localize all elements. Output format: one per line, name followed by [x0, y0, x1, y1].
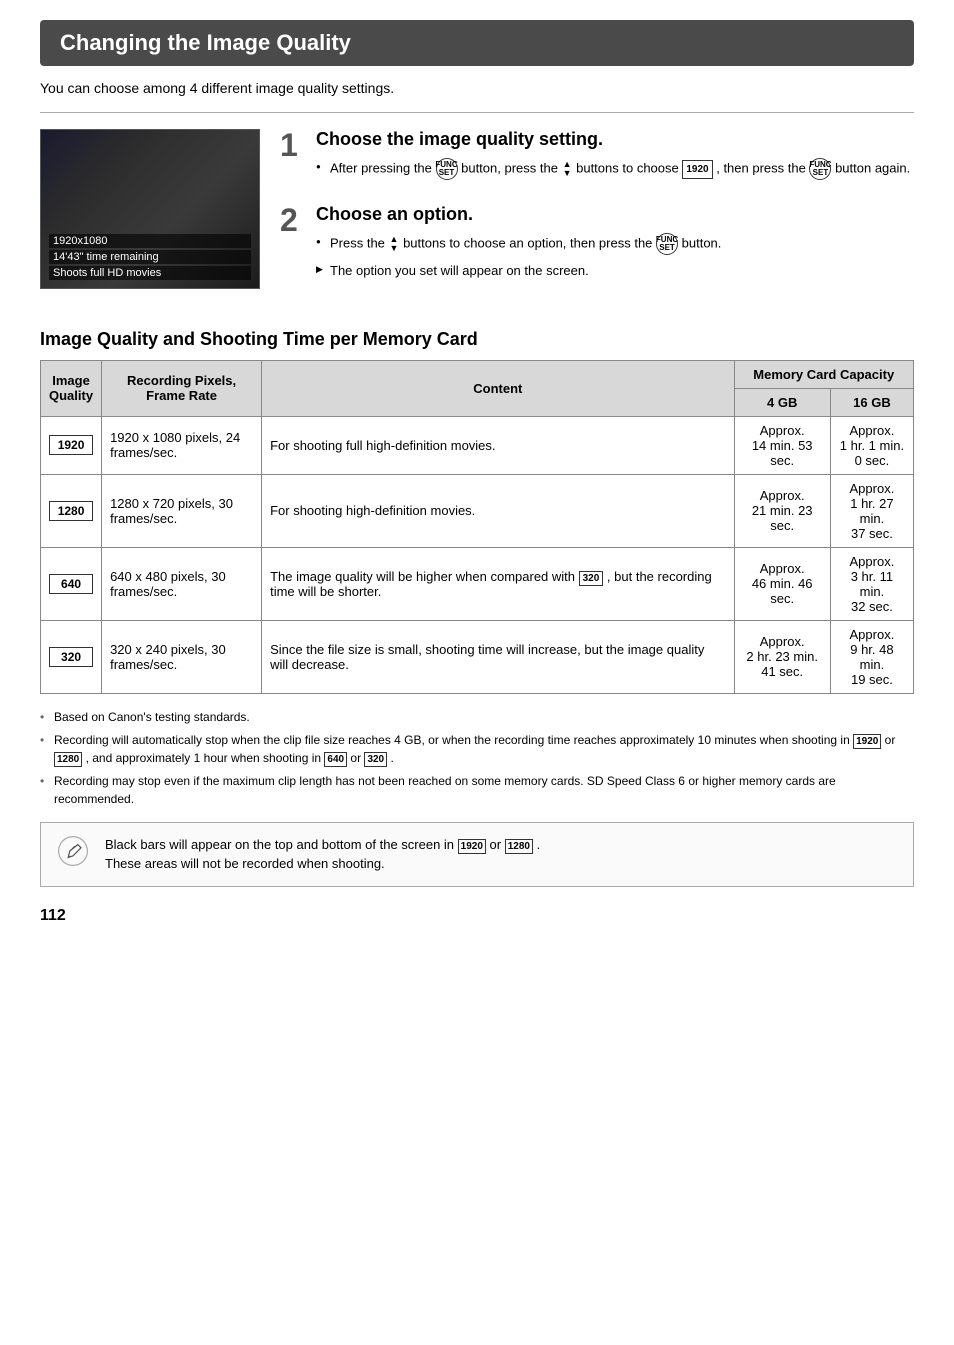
4gb-1920: Approx. 14 min. 53 sec. [734, 416, 830, 474]
4gb-1280: Approx. 21 min. 23 sec. [734, 474, 830, 547]
iq-table-body: 1920 1920 x 1080 pixels, 24 frames/sec. … [41, 416, 914, 693]
4gb-320: Approx. 2 hr. 23 min. 41 sec. [734, 620, 830, 693]
steps-section: 1920x1080 14'43" time remaining Shoots f… [40, 129, 914, 305]
content-1280: For shooting high-definition movies. [262, 474, 734, 547]
iq-section-title: Image Quality and Shooting Time per Memo… [40, 329, 914, 350]
notes-section: • Based on Canon's testing standards. • … [40, 708, 914, 808]
step-1: 1 Choose the image quality setting. Afte… [280, 129, 914, 186]
step-2-body: Choose an option. Press the ▲▼ buttons t… [316, 204, 721, 287]
page-number: 112 [40, 907, 914, 925]
4gb-640: Approx. 46 min. 46 sec. [734, 547, 830, 620]
note-2-text: Recording will automatically stop when t… [54, 731, 914, 767]
content-320: Since the file size is small, shooting t… [262, 620, 734, 693]
content-640: The image quality will be higher when co… [262, 547, 734, 620]
step-1-bullet-1: After pressing the FUNCSET button, press… [316, 158, 910, 180]
func-btn-icon-2: FUNCSET [809, 158, 831, 180]
step-2-bullets: Press the ▲▼ buttons to choose an option… [316, 233, 721, 281]
table-row: 1280 1280 x 720 pixels, 30 frames/sec. F… [41, 474, 914, 547]
th-memory-card-capacity: Memory Card Capacity [734, 360, 914, 388]
step-1-number: 1 [280, 129, 304, 186]
step-1-title: Choose the image quality setting. [316, 129, 910, 150]
camera-resolution-text: 1920x1080 [49, 234, 251, 248]
th-16gb: 16 GB [830, 388, 913, 416]
updown-arrows-2: ▲▼ [390, 235, 399, 253]
quality-icon-1920: 1920 [41, 416, 102, 474]
quality-icon-320: 320 [41, 620, 102, 693]
subtitle: You can choose among 4 different image q… [40, 80, 914, 96]
step-2-number: 2 [280, 204, 304, 287]
16gb-640: Approx. 3 hr. 11 min. 32 sec. [830, 547, 913, 620]
res-badge-1920-step: 1920 [682, 160, 712, 179]
steps-content: 1 Choose the image quality setting. Afte… [280, 129, 914, 305]
res-badge-1920-note: 1920 [853, 734, 881, 749]
step-2-bullet-1: Press the ▲▼ buttons to choose an option… [316, 233, 721, 255]
th-4gb: 4 GB [734, 388, 830, 416]
step-2-title: Choose an option. [316, 204, 721, 225]
res-badge-320-inline: 320 [579, 571, 604, 586]
note-bullet-3: • [40, 772, 48, 808]
table-row: 320 320 x 240 pixels, 30 frames/sec. Sin… [41, 620, 914, 693]
quality-icon-640: 640 [41, 547, 102, 620]
section-divider [40, 112, 914, 113]
step-2-bullet-2: The option you set will appear on the sc… [316, 261, 721, 281]
camera-shoots-text: Shoots full HD movies [49, 266, 251, 280]
16gb-1920: Approx. 1 hr. 1 min. 0 sec. [830, 416, 913, 474]
page-title: Changing the Image Quality [40, 20, 914, 66]
camera-time-remaining: 14'43" time remaining [49, 250, 251, 264]
note-3: • Recording may stop even if the maximum… [40, 772, 914, 808]
th-recording-pixels: Recording Pixels,Frame Rate [102, 360, 262, 416]
pencil-icon [57, 835, 89, 867]
iq-table-header-row-1: ImageQuality Recording Pixels,Frame Rate… [41, 360, 914, 388]
camera-overlay: 1920x1080 14'43" time remaining Shoots f… [49, 234, 251, 280]
table-row: 640 640 x 480 pixels, 30 frames/sec. The… [41, 547, 914, 620]
res-badge-320-note: 320 [364, 752, 387, 767]
th-image-quality: ImageQuality [41, 360, 102, 416]
info-box-text: Black bars will appear on the top and bo… [105, 835, 540, 874]
step-1-bullets: After pressing the FUNCSET button, press… [316, 158, 910, 180]
content-1920: For shooting full high-definition movies… [262, 416, 734, 474]
camera-image: 1920x1080 14'43" time remaining Shoots f… [40, 129, 260, 289]
recording-640: 640 x 480 pixels, 30 frames/sec. [102, 547, 262, 620]
16gb-320: Approx. 9 hr. 48 min. 19 sec. [830, 620, 913, 693]
table-row: 1920 1920 x 1080 pixels, 24 frames/sec. … [41, 416, 914, 474]
res-badge-640-note: 640 [324, 752, 347, 767]
recording-1920: 1920 x 1080 pixels, 24 frames/sec. [102, 416, 262, 474]
func-btn-icon-1: FUNCSET [436, 158, 458, 180]
16gb-1280: Approx. 1 hr. 27 min. 37 sec. [830, 474, 913, 547]
note-2: • Recording will automatically stop when… [40, 731, 914, 767]
info-box: Black bars will appear on the top and bo… [40, 822, 914, 887]
quality-icon-1280: 1280 [41, 474, 102, 547]
note-1: • Based on Canon's testing standards. [40, 708, 914, 726]
recording-1280: 1280 x 720 pixels, 30 frames/sec. [102, 474, 262, 547]
note-3-text: Recording may stop even if the maximum c… [54, 772, 914, 808]
func-btn-icon-3: FUNCSET [656, 233, 678, 255]
iq-table: ImageQuality Recording Pixels,Frame Rate… [40, 360, 914, 694]
step-2: 2 Choose an option. Press the ▲▼ buttons… [280, 204, 914, 287]
res-badge-1280-info: 1280 [505, 839, 533, 854]
th-content: Content [262, 360, 734, 416]
note-bullet-2: • [40, 731, 48, 767]
recording-320: 320 x 240 pixels, 30 frames/sec. [102, 620, 262, 693]
note-1-text: Based on Canon's testing standards. [54, 708, 250, 726]
updown-arrows-1: ▲▼ [563, 160, 572, 178]
iq-table-head: ImageQuality Recording Pixels,Frame Rate… [41, 360, 914, 416]
pencil-icon-wrap [55, 835, 91, 867]
res-badge-1920-info: 1920 [458, 839, 486, 854]
note-bullet-1: • [40, 708, 48, 726]
res-badge-1280-note: 1280 [54, 752, 82, 767]
step-1-body: Choose the image quality setting. After … [316, 129, 910, 186]
